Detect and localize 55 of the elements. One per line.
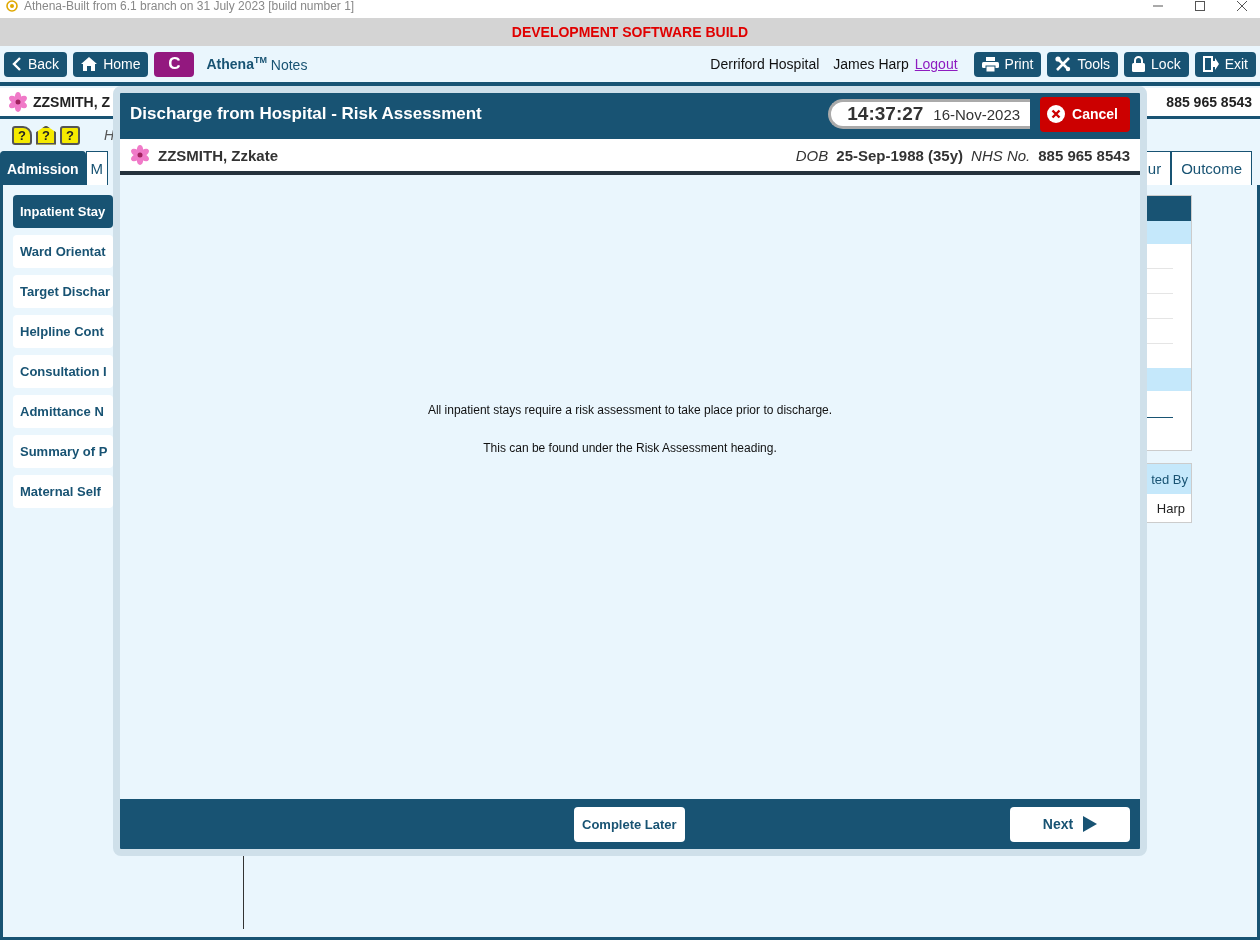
sidebar-item[interactable]: Ward Orientat	[13, 235, 113, 268]
app-icon	[6, 0, 18, 12]
flower-icon	[8, 92, 28, 112]
flower-icon	[130, 145, 150, 165]
sidebar-item[interactable]: Summary of P	[13, 435, 113, 468]
tools-icon	[1055, 56, 1072, 72]
alert-icon[interactable]: ?	[60, 125, 80, 145]
exit-button[interactable]: Exit	[1194, 51, 1256, 77]
sidebar-item[interactable]: Helpline Cont	[13, 315, 113, 348]
sidebar-item[interactable]: Consultation I	[13, 355, 113, 388]
alert-icon[interactable]: ?	[12, 125, 32, 145]
printer-icon	[981, 56, 999, 72]
nhs-label: NHS No.	[971, 146, 1031, 164]
sidebar-item[interactable]: Inpatient Stay	[13, 195, 113, 228]
build-banner: DEVELOPMENT SOFTWARE BUILD	[0, 18, 1260, 46]
nhs-number: 885 965 8543	[1038, 146, 1130, 164]
tab[interactable]: Admission	[0, 151, 86, 185]
logout-link[interactable]: Logout	[914, 56, 958, 72]
sidebar-item[interactable]: Target Dischar	[13, 275, 113, 308]
patient-name: ZZSMITH, Z	[33, 94, 111, 110]
print-button[interactable]: Print	[973, 51, 1042, 77]
dialog-title: Discharge from Hospital - Risk Assessment	[130, 104, 483, 124]
message-text: All inpatient stays require a risk assessment to take place prior to discharge.	[427, 403, 833, 417]
alert-icon[interactable]: ?	[36, 125, 56, 145]
tab[interactable]: M	[85, 151, 109, 185]
table-cell-text: Harp	[1155, 499, 1186, 518]
play-icon	[1083, 816, 1098, 832]
clock-display: 14:37:27 16-Nov-2023	[828, 99, 1031, 129]
close-icon	[1046, 104, 1067, 124]
next-button[interactable]: Next	[1010, 806, 1130, 842]
message-text: This can be found under the Risk Assessment heading.	[483, 441, 777, 455]
close-icon[interactable]	[1236, 1, 1248, 11]
dob-value: 25-Sep-1988 (35y)	[836, 146, 964, 164]
maximize-icon[interactable]	[1194, 1, 1206, 11]
user-name: James Harp	[833, 56, 909, 72]
back-button[interactable]: Back	[4, 51, 68, 77]
tools-button[interactable]: Tools	[1047, 51, 1119, 77]
dob-label: DOB	[795, 146, 829, 164]
window-title: Athena-Built from 6.1 branch on 31 July 2023 [build number 1]	[24, 0, 356, 13]
patient-name: ZZSMITH, Zzkate	[158, 146, 279, 164]
c-button[interactable]: C	[154, 51, 195, 77]
back-icon	[12, 57, 22, 71]
exit-icon	[1202, 56, 1219, 72]
hospital-name: Derriford Hospital	[710, 56, 820, 72]
complete-later-button[interactable]: Complete Later	[574, 806, 685, 842]
app-name: Athena$^{TM}$ Notes	[206, 55, 309, 73]
lock-icon	[1132, 56, 1146, 72]
sidebar-item[interactable]: Admittance N	[13, 395, 113, 428]
tab[interactable]: Outcome	[1171, 151, 1252, 185]
sidebar-item[interactable]: Maternal Self	[13, 475, 113, 508]
nhs-number: 885 965 8543	[1166, 94, 1252, 110]
cancel-button[interactable]: Cancel	[1040, 96, 1130, 132]
lock-button[interactable]: Lock	[1124, 51, 1189, 77]
home-icon	[81, 57, 98, 71]
home-button[interactable]: Home	[73, 51, 149, 77]
